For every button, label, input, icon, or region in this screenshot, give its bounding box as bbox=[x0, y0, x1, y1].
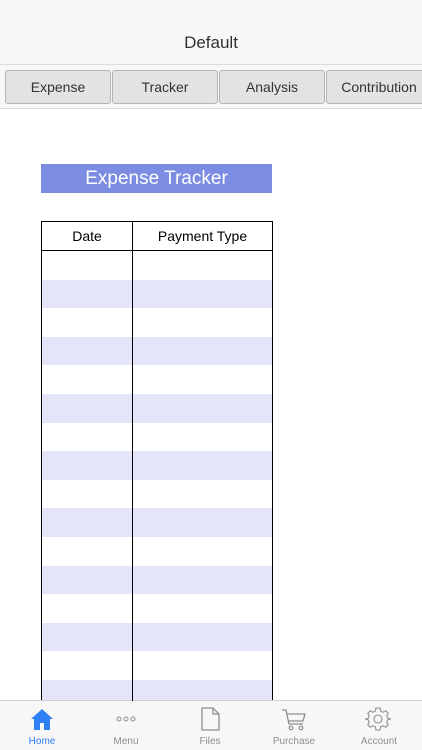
tabbar-label-home: Home bbox=[28, 736, 56, 747]
tabbar-label-purchase: Purchase bbox=[272, 736, 316, 747]
table-row[interactable] bbox=[42, 251, 272, 280]
file-icon bbox=[201, 707, 220, 731]
column-header-date: Date bbox=[72, 228, 102, 244]
table-row[interactable] bbox=[42, 680, 272, 701]
sheet-tab-strip: Expense Tracker Analysis Contribution bbox=[0, 64, 422, 109]
table-row[interactable] bbox=[42, 279, 272, 309]
tabbar-label-files: Files bbox=[199, 736, 221, 747]
gear-icon bbox=[365, 707, 391, 731]
table-row[interactable] bbox=[42, 308, 272, 337]
app-screen: Default Expense Tracker Analysis Contrib… bbox=[0, 0, 422, 750]
table-row[interactable] bbox=[42, 394, 272, 423]
table-row[interactable] bbox=[42, 451, 272, 480]
table-row[interactable] bbox=[42, 594, 272, 623]
tab-contribution[interactable]: Contribution bbox=[326, 70, 422, 104]
tabbar-label-account: Account bbox=[360, 736, 398, 747]
sheet-title: Expense Tracker bbox=[41, 164, 272, 193]
tab-expense[interactable]: Expense bbox=[5, 70, 111, 104]
page-title: Default bbox=[184, 33, 238, 52]
navigation-bar: Default bbox=[0, 0, 422, 64]
column-header-payment-type: Payment Type bbox=[157, 228, 248, 244]
tabbar-item-home[interactable]: Home bbox=[0, 701, 84, 750]
cart-icon bbox=[282, 709, 306, 731]
home-icon bbox=[31, 709, 53, 730]
table-row[interactable] bbox=[42, 651, 272, 680]
bottom-tab-bar: Home Menu Files Purchase Account bbox=[0, 700, 422, 750]
tabbar-label-menu: Menu bbox=[113, 736, 139, 747]
column-divider bbox=[132, 221, 133, 701]
table-row[interactable] bbox=[42, 565, 272, 595]
table-row[interactable] bbox=[42, 422, 272, 452]
tabbar-item-files[interactable]: Files bbox=[168, 701, 252, 750]
tab-tracker[interactable]: Tracker bbox=[112, 70, 218, 104]
tabbar-item-purchase[interactable]: Purchase bbox=[252, 701, 336, 750]
table-row[interactable] bbox=[42, 336, 272, 366]
table-row[interactable] bbox=[42, 622, 272, 652]
more-dots-icon bbox=[116, 716, 136, 722]
table-row[interactable] bbox=[42, 508, 272, 537]
tabbar-item-account[interactable]: Account bbox=[336, 701, 422, 750]
table-header: Date Payment Type bbox=[42, 221, 272, 251]
tab-analysis[interactable]: Analysis bbox=[219, 70, 325, 104]
tabbar-item-menu[interactable]: Menu bbox=[84, 701, 168, 750]
table-row[interactable] bbox=[42, 479, 272, 509]
expense-table: Date Payment Type bbox=[41, 221, 273, 701]
table-row[interactable] bbox=[42, 537, 272, 566]
table-row[interactable] bbox=[42, 365, 272, 394]
